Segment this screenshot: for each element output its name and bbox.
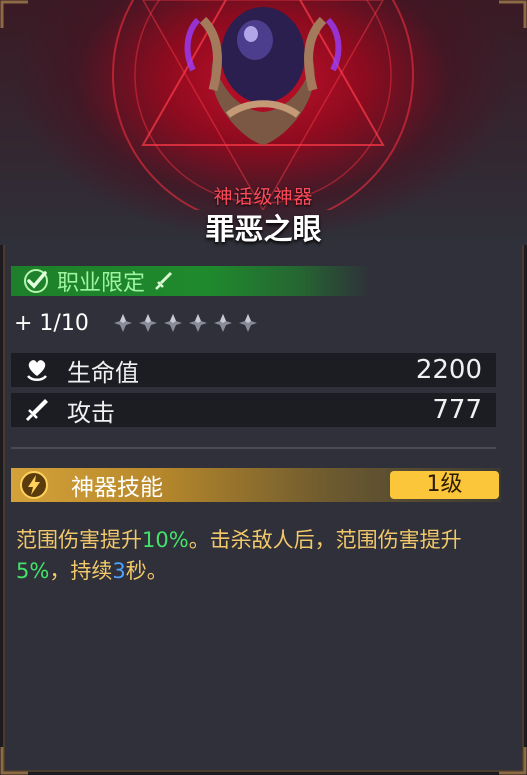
sword-icon [25,399,48,422]
enhance-star-icon [163,314,182,332]
item-rarity-label: 神话级神器 [213,186,314,208]
skill-desc-part: 范围伤害提升 [16,528,142,552]
heart-icon [27,360,47,381]
item-name: 罪恶之眼 [205,212,322,246]
item-tooltip-panel: 神话级神器 罪恶之眼 职业限定 + 1/10 生命值 2200 攻击 777 神… [0,0,527,775]
stat-label-attack: 攻击 [67,398,115,427]
enhance-stars [113,313,258,333]
class-restriction-bar: 职业限定 [11,266,371,296]
skill-desc-highlight: 3 [112,559,126,583]
stat-label-hp: 生命值 [67,358,139,387]
sword-icon [155,271,173,290]
artifact-skill-label: 神器技能 [71,475,163,501]
corner-ornament-icon [499,0,527,28]
enhance-star-icon [138,314,157,332]
corner-ornament-icon [0,0,28,28]
lightning-icon [20,471,48,499]
enhance-level-row: + 1/10 [14,309,258,337]
eye-artifact-icon [184,7,342,145]
skill-desc-highlight: 10% [142,528,189,552]
check-icon [24,269,48,293]
enhance-star-icon [113,314,132,332]
enhance-star-icon [188,314,207,332]
class-restriction-label: 职业限定 [57,271,146,296]
stat-row-attack: 攻击 777 [11,393,496,427]
skill-description: 范围伤害提升10%。击杀敌人后，范围伤害提升 5%，持续3秒。 [16,525,506,587]
skill-level-badge: 1级 [390,471,499,499]
corner-ornament-icon [499,747,527,775]
stat-value-hp: 2200 [415,355,482,385]
section-divider [11,447,496,449]
skill-desc-part: 秒。 [125,559,168,583]
enhance-star-icon [238,314,257,332]
artifact-skill-bar: 神器技能 1级 [11,468,501,502]
skill-desc-highlight: 5% [16,559,50,583]
corner-ornament-icon [0,747,28,775]
skill-desc-part: ，持续 [49,559,113,583]
enhance-level-text: + 1/10 [14,310,89,336]
stat-value-attack: 777 [432,395,482,425]
stat-row-hp: 生命值 2200 [11,353,496,387]
enhance-star-icon [213,314,232,332]
skill-desc-part: 。击杀敌人后，范围伤害提升 [188,528,462,552]
